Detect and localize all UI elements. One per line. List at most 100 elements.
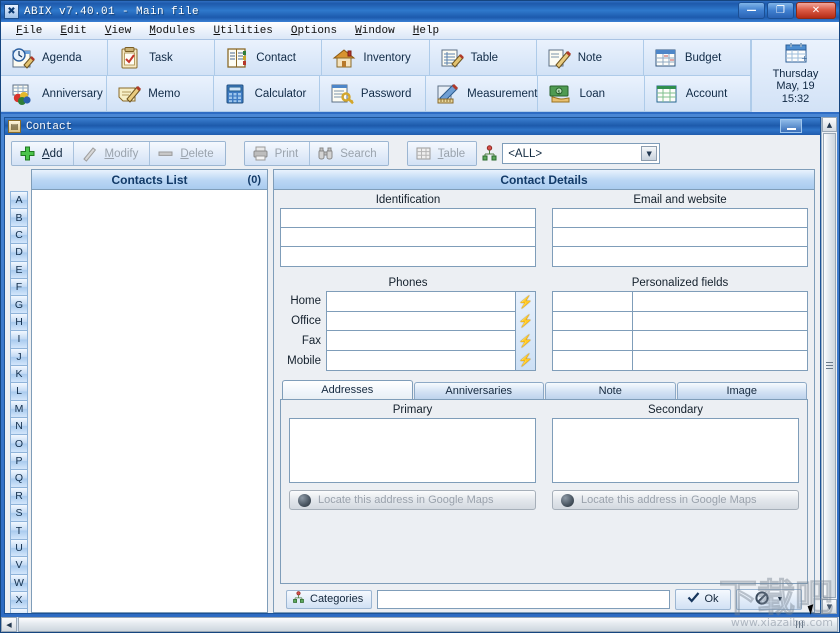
phone-input-home[interactable] bbox=[327, 292, 515, 312]
categories-input[interactable] bbox=[377, 589, 670, 609]
ok-button[interactable]: Ok bbox=[675, 588, 731, 610]
personalized-value-2[interactable] bbox=[633, 312, 807, 331]
alpha-w[interactable]: W bbox=[10, 573, 28, 591]
personalized-key-4[interactable] bbox=[553, 350, 633, 370]
personalized-key-2[interactable] bbox=[553, 311, 633, 330]
module-contact[interactable]: Contact bbox=[215, 40, 323, 76]
email-field-3[interactable] bbox=[553, 247, 807, 266]
alpha-t[interactable]: T bbox=[10, 521, 28, 539]
cancel-button[interactable]: ▼ bbox=[736, 588, 802, 610]
minimize-button[interactable]: — bbox=[738, 2, 765, 19]
menu-modules[interactable]: Modules bbox=[140, 24, 204, 38]
email-field-1[interactable] bbox=[553, 209, 807, 228]
identification-field-3[interactable] bbox=[281, 247, 535, 266]
module-budget[interactable]: Budget bbox=[643, 40, 751, 76]
module-account[interactable]: Account bbox=[644, 76, 751, 112]
search-button[interactable]: Search bbox=[310, 142, 388, 165]
module-password[interactable]: Password bbox=[319, 76, 427, 112]
module-task[interactable]: Task bbox=[108, 40, 216, 76]
modify-button[interactable]: Modify bbox=[74, 142, 151, 165]
alpha-k[interactable]: K bbox=[10, 364, 28, 383]
alpha-c[interactable]: C bbox=[10, 225, 28, 244]
menu-window[interactable]: Window bbox=[346, 24, 404, 38]
close-button[interactable]: ✕ bbox=[796, 2, 836, 19]
alpha-s[interactable]: S bbox=[10, 504, 28, 522]
personalized-value-3[interactable] bbox=[633, 331, 807, 350]
alpha-o[interactable]: O bbox=[10, 434, 28, 452]
module-measurement[interactable]: Measurement bbox=[426, 76, 539, 112]
module-agenda[interactable]: Agenda bbox=[1, 40, 109, 76]
module-loan[interactable]: $ Loan bbox=[538, 76, 645, 112]
tab-addresses[interactable]: Addresses bbox=[282, 380, 413, 399]
contacts-list-body[interactable] bbox=[32, 190, 267, 612]
alpha-l[interactable]: L bbox=[10, 382, 28, 400]
alpha-f[interactable]: F bbox=[10, 277, 28, 296]
workspace-vertical-scrollbar[interactable]: ▲ ▼ bbox=[821, 117, 837, 614]
alpha-m[interactable]: M bbox=[10, 399, 28, 418]
personalized-key-3[interactable] bbox=[553, 331, 633, 350]
alpha-h[interactable]: H bbox=[10, 312, 28, 331]
chevron-down-icon[interactable]: ▼ bbox=[641, 146, 658, 161]
lightning-bolt-icon[interactable]: ⚡ bbox=[516, 351, 535, 371]
tab-anniversaries[interactable]: Anniversaries bbox=[413, 382, 544, 399]
alpha-p[interactable]: P bbox=[10, 451, 28, 470]
date-time-panel[interactable]: + Thursday May, 19 15:32 bbox=[751, 40, 839, 112]
categories-button[interactable]: Categories bbox=[286, 589, 372, 609]
identification-field-1[interactable] bbox=[281, 209, 535, 228]
phone-input-office[interactable] bbox=[327, 312, 515, 331]
print-button[interactable]: Print bbox=[244, 142, 311, 165]
personalized-value-1[interactable] bbox=[633, 292, 807, 311]
personalized-value-4[interactable] bbox=[633, 351, 807, 371]
lightning-bolt-icon[interactable]: ⚡ bbox=[516, 331, 535, 351]
tab-note[interactable]: Note bbox=[545, 382, 676, 399]
alpha-j[interactable]: J bbox=[10, 347, 28, 365]
scroll-left-button[interactable]: ◀ bbox=[1, 617, 17, 632]
alpha-d[interactable]: D bbox=[10, 243, 28, 261]
alpha-x[interactable]: X bbox=[10, 590, 28, 609]
module-calculator[interactable]: Calculator bbox=[213, 76, 320, 112]
alpha-y[interactable]: Y bbox=[10, 608, 28, 613]
tab-image[interactable]: Image bbox=[676, 382, 807, 399]
workspace-horizontal-scrollbar[interactable]: ◀ bbox=[1, 616, 839, 632]
scroll-down-button[interactable]: ▼ bbox=[822, 599, 837, 614]
module-note[interactable]: Note bbox=[536, 40, 644, 76]
alpha-a[interactable]: A bbox=[10, 191, 28, 209]
primary-locate-maps-button[interactable]: Locate this address in Google Maps bbox=[289, 490, 536, 510]
phone-input-mobile[interactable] bbox=[327, 351, 515, 371]
personalized-key-1[interactable] bbox=[553, 292, 633, 311]
alpha-u[interactable]: U bbox=[10, 538, 28, 557]
contact-window-minimize-button[interactable] bbox=[780, 119, 802, 133]
menu-options[interactable]: Options bbox=[282, 24, 346, 38]
menu-view[interactable]: View bbox=[96, 24, 140, 38]
primary-address-textarea[interactable] bbox=[289, 418, 536, 483]
secondary-address-textarea[interactable] bbox=[552, 418, 799, 483]
menu-edit[interactable]: Edit bbox=[51, 24, 95, 38]
category-filter-combobox[interactable]: <ALL> ▼ bbox=[502, 143, 661, 164]
add-button[interactable]: Add bbox=[12, 142, 75, 165]
scroll-thumb-vertical[interactable] bbox=[823, 133, 836, 598]
alpha-i[interactable]: I bbox=[10, 330, 28, 348]
alpha-g[interactable]: G bbox=[10, 295, 28, 313]
category-tree-icon[interactable] bbox=[481, 145, 498, 162]
alpha-b[interactable]: B bbox=[10, 208, 28, 226]
scroll-thumb-horizontal[interactable] bbox=[18, 617, 838, 632]
alpha-r[interactable]: R bbox=[10, 486, 28, 505]
alpha-v[interactable]: V bbox=[10, 556, 28, 574]
maximize-button[interactable]: ❐ bbox=[767, 2, 794, 19]
module-anniversary[interactable]: Anniversary bbox=[1, 76, 108, 112]
menu-help[interactable]: Help bbox=[404, 24, 448, 38]
lightning-bolt-icon[interactable]: ⚡ bbox=[516, 292, 535, 312]
email-field-2[interactable] bbox=[553, 228, 807, 247]
secondary-locate-maps-button[interactable]: Locate this address in Google Maps bbox=[552, 490, 799, 510]
menu-file[interactable]: File bbox=[7, 24, 51, 38]
module-memo[interactable]: Memo bbox=[107, 76, 214, 112]
table-button[interactable]: Table bbox=[407, 142, 477, 165]
identification-field-2[interactable] bbox=[281, 228, 535, 247]
alpha-n[interactable]: N bbox=[10, 417, 28, 435]
menu-utilities[interactable]: Utilities bbox=[204, 24, 281, 38]
lightning-bolt-icon[interactable]: ⚡ bbox=[516, 312, 535, 332]
alpha-e[interactable]: E bbox=[10, 260, 28, 278]
phone-input-fax[interactable] bbox=[327, 331, 515, 351]
scroll-up-button[interactable]: ▲ bbox=[822, 117, 837, 132]
chevron-down-icon[interactable]: ▼ bbox=[777, 596, 784, 603]
